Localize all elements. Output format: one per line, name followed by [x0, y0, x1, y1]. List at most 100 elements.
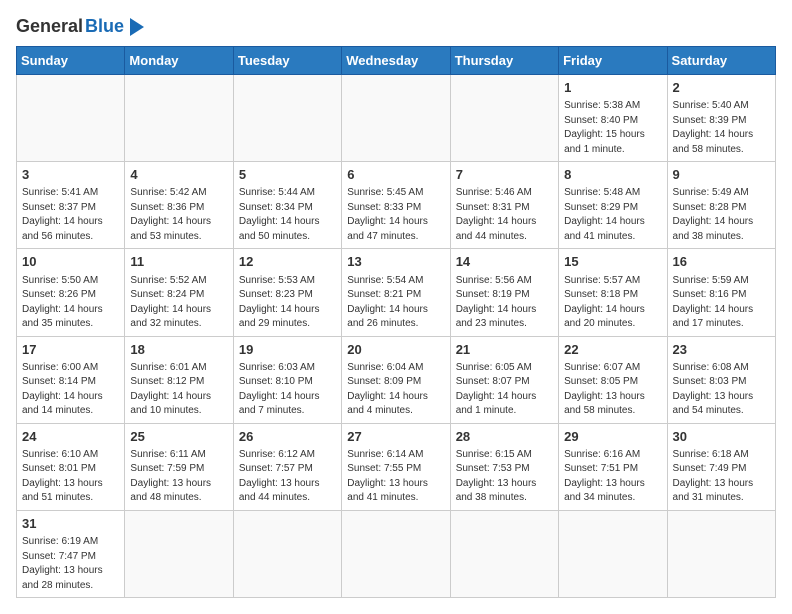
calendar-cell: 23 Sunrise: 6:08 AM Sunset: 8:03 PM Dayli…: [667, 336, 775, 423]
header: General Blue: [16, 16, 776, 38]
day-info: Sunrise: 5:53 AM Sunset: 8:23 PM Dayligh…: [239, 274, 336, 332]
calendar-week-row: 17 Sunrise: 6:00 AM Sunset: 8:14 PM Dayli…: [17, 336, 776, 423]
day-number: 3: [22, 166, 119, 184]
day-number: 12: [239, 253, 336, 271]
day-number: 29: [564, 428, 661, 446]
logo-container: General Blue: [16, 16, 148, 38]
calendar-cell: 3 Sunrise: 5:41 AM Sunset: 8:37 PM Daylig…: [17, 162, 125, 249]
calendar-cell: 22 Sunrise: 6:07 AM Sunset: 8:05 PM Dayli…: [559, 336, 667, 423]
calendar-cell: 19Sunrise: 6:03 AM Sunset: 8:10 PM Dayli…: [233, 336, 341, 423]
day-number: 21: [456, 341, 553, 359]
day-number: 6: [347, 166, 444, 184]
day-number: 20: [347, 341, 444, 359]
calendar-cell: 28Sunrise: 6:15 AM Sunset: 7:53 PM Dayli…: [450, 423, 558, 510]
day-number: 14: [456, 253, 553, 271]
calendar-cell: 27Sunrise: 6:14 AM Sunset: 7:55 PM Dayli…: [342, 423, 450, 510]
day-number: 13: [347, 253, 444, 271]
weekday-header-sunday: Sunday: [17, 47, 125, 75]
day-info: Sunrise: 6:15 AM Sunset: 7:53 PM Dayligh…: [456, 448, 553, 506]
day-number: 9: [673, 166, 770, 184]
day-info: Sunrise: 6:16 AM Sunset: 7:51 PM Dayligh…: [564, 448, 661, 506]
calendar-cell: [233, 75, 341, 162]
weekday-header-friday: Friday: [559, 47, 667, 75]
calendar-cell: 6Sunrise: 5:45 AM Sunset: 8:33 PM Daylig…: [342, 162, 450, 249]
day-info: Sunrise: 6:07 AM Sunset: 8:05 PM Dayligh…: [564, 361, 661, 419]
calendar-cell: 21 Sunrise: 6:05 AM Sunset: 8:07 PM Dayli…: [450, 336, 558, 423]
calendar-cell: 9Sunrise: 5:49 AM Sunset: 8:28 PM Daylig…: [667, 162, 775, 249]
day-number: 26: [239, 428, 336, 446]
day-info: Sunrise: 6:05 AM Sunset: 8:07 PM Dayligh…: [456, 361, 553, 419]
day-info: Sunrise: 5:38 AM Sunset: 8:40 PM Dayligh…: [564, 99, 661, 157]
calendar-cell: [233, 510, 341, 597]
day-info: Sunrise: 5:41 AM Sunset: 8:37 PM Dayligh…: [22, 186, 119, 244]
calendar-cell: 24Sunrise: 6:10 AM Sunset: 8:01 PM Dayli…: [17, 423, 125, 510]
day-number: 25: [130, 428, 227, 446]
weekday-header-wednesday: Wednesday: [342, 47, 450, 75]
day-info: Sunrise: 5:56 AM Sunset: 8:19 PM Dayligh…: [456, 274, 553, 332]
calendar-cell: [125, 75, 233, 162]
calendar-cell: [450, 75, 558, 162]
calendar-cell: 8Sunrise: 5:48 AM Sunset: 8:29 PM Daylig…: [559, 162, 667, 249]
calendar-cell: 16 Sunrise: 5:59 AM Sunset: 8:16 PM Dayli…: [667, 249, 775, 336]
day-info: Sunrise: 6:18 AM Sunset: 7:49 PM Dayligh…: [673, 448, 770, 506]
day-number: 23: [673, 341, 770, 359]
calendar-week-row: 31 Sunrise: 6:19 AM Sunset: 7:47 PM Dayli…: [17, 510, 776, 597]
day-info: Sunrise: 6:01 AM Sunset: 8:12 PM Dayligh…: [130, 361, 227, 419]
day-number: 1: [564, 79, 661, 97]
weekday-header-row: SundayMondayTuesdayWednesdayThursdayFrid…: [17, 47, 776, 75]
calendar-cell: 10Sunrise: 5:50 AM Sunset: 8:26 PM Dayli…: [17, 249, 125, 336]
weekday-header-tuesday: Tuesday: [233, 47, 341, 75]
calendar-cell: 2 Sunrise: 5:40 AM Sunset: 8:39 PM Daylig…: [667, 75, 775, 162]
logo-icon: [126, 16, 148, 38]
calendar-cell: 26 Sunrise: 6:12 AM Sunset: 7:57 PM Dayli…: [233, 423, 341, 510]
weekday-header-saturday: Saturday: [667, 47, 775, 75]
day-info: Sunrise: 6:08 AM Sunset: 8:03 PM Dayligh…: [673, 361, 770, 419]
calendar-cell: [450, 510, 558, 597]
calendar-cell: 15Sunrise: 5:57 AM Sunset: 8:18 PM Dayli…: [559, 249, 667, 336]
calendar-cell: 25Sunrise: 6:11 AM Sunset: 7:59 PM Dayli…: [125, 423, 233, 510]
day-number: 5: [239, 166, 336, 184]
day-info: Sunrise: 6:10 AM Sunset: 8:01 PM Dayligh…: [22, 448, 119, 506]
day-info: Sunrise: 5:59 AM Sunset: 8:16 PM Dayligh…: [673, 274, 770, 332]
calendar-cell: 7 Sunrise: 5:46 AM Sunset: 8:31 PM Daylig…: [450, 162, 558, 249]
day-info: Sunrise: 6:19 AM Sunset: 7:47 PM Dayligh…: [22, 535, 119, 593]
day-number: 18: [130, 341, 227, 359]
logo-text-general: General: [16, 17, 83, 37]
day-info: Sunrise: 6:03 AM Sunset: 8:10 PM Dayligh…: [239, 361, 336, 419]
calendar-cell: [342, 75, 450, 162]
calendar-week-row: 3 Sunrise: 5:41 AM Sunset: 8:37 PM Daylig…: [17, 162, 776, 249]
logo-text-blue: Blue: [85, 17, 124, 37]
day-info: Sunrise: 5:44 AM Sunset: 8:34 PM Dayligh…: [239, 186, 336, 244]
weekday-header-thursday: Thursday: [450, 47, 558, 75]
calendar-cell: [17, 75, 125, 162]
day-info: Sunrise: 6:12 AM Sunset: 7:57 PM Dayligh…: [239, 448, 336, 506]
day-info: Sunrise: 6:00 AM Sunset: 8:14 PM Dayligh…: [22, 361, 119, 419]
day-number: 17: [22, 341, 119, 359]
day-number: 16: [673, 253, 770, 271]
calendar-cell: 29 Sunrise: 6:16 AM Sunset: 7:51 PM Dayli…: [559, 423, 667, 510]
day-info: Sunrise: 5:50 AM Sunset: 8:26 PM Dayligh…: [22, 274, 119, 332]
day-info: Sunrise: 5:52 AM Sunset: 8:24 PM Dayligh…: [130, 274, 227, 332]
calendar-table: SundayMondayTuesdayWednesdayThursdayFrid…: [16, 46, 776, 598]
calendar-cell: 11 Sunrise: 5:52 AM Sunset: 8:24 PM Dayli…: [125, 249, 233, 336]
calendar-week-row: 24Sunrise: 6:10 AM Sunset: 8:01 PM Dayli…: [17, 423, 776, 510]
calendar-cell: [125, 510, 233, 597]
day-number: 11: [130, 253, 227, 271]
day-number: 27: [347, 428, 444, 446]
day-number: 30: [673, 428, 770, 446]
logo: General Blue: [16, 16, 148, 38]
calendar-cell: 5 Sunrise: 5:44 AM Sunset: 8:34 PM Daylig…: [233, 162, 341, 249]
day-info: Sunrise: 5:57 AM Sunset: 8:18 PM Dayligh…: [564, 274, 661, 332]
day-info: Sunrise: 5:40 AM Sunset: 8:39 PM Dayligh…: [673, 99, 770, 157]
calendar-cell: 13Sunrise: 5:54 AM Sunset: 8:21 PM Dayli…: [342, 249, 450, 336]
day-info: Sunrise: 5:48 AM Sunset: 8:29 PM Dayligh…: [564, 186, 661, 244]
day-number: 7: [456, 166, 553, 184]
day-number: 4: [130, 166, 227, 184]
day-number: 31: [22, 515, 119, 533]
day-number: 22: [564, 341, 661, 359]
day-number: 2: [673, 79, 770, 97]
day-info: Sunrise: 5:46 AM Sunset: 8:31 PM Dayligh…: [456, 186, 553, 244]
calendar-cell: 14 Sunrise: 5:56 AM Sunset: 8:19 PM Dayli…: [450, 249, 558, 336]
calendar-cell: 31 Sunrise: 6:19 AM Sunset: 7:47 PM Dayli…: [17, 510, 125, 597]
calendar-cell: 18 Sunrise: 6:01 AM Sunset: 8:12 PM Dayli…: [125, 336, 233, 423]
